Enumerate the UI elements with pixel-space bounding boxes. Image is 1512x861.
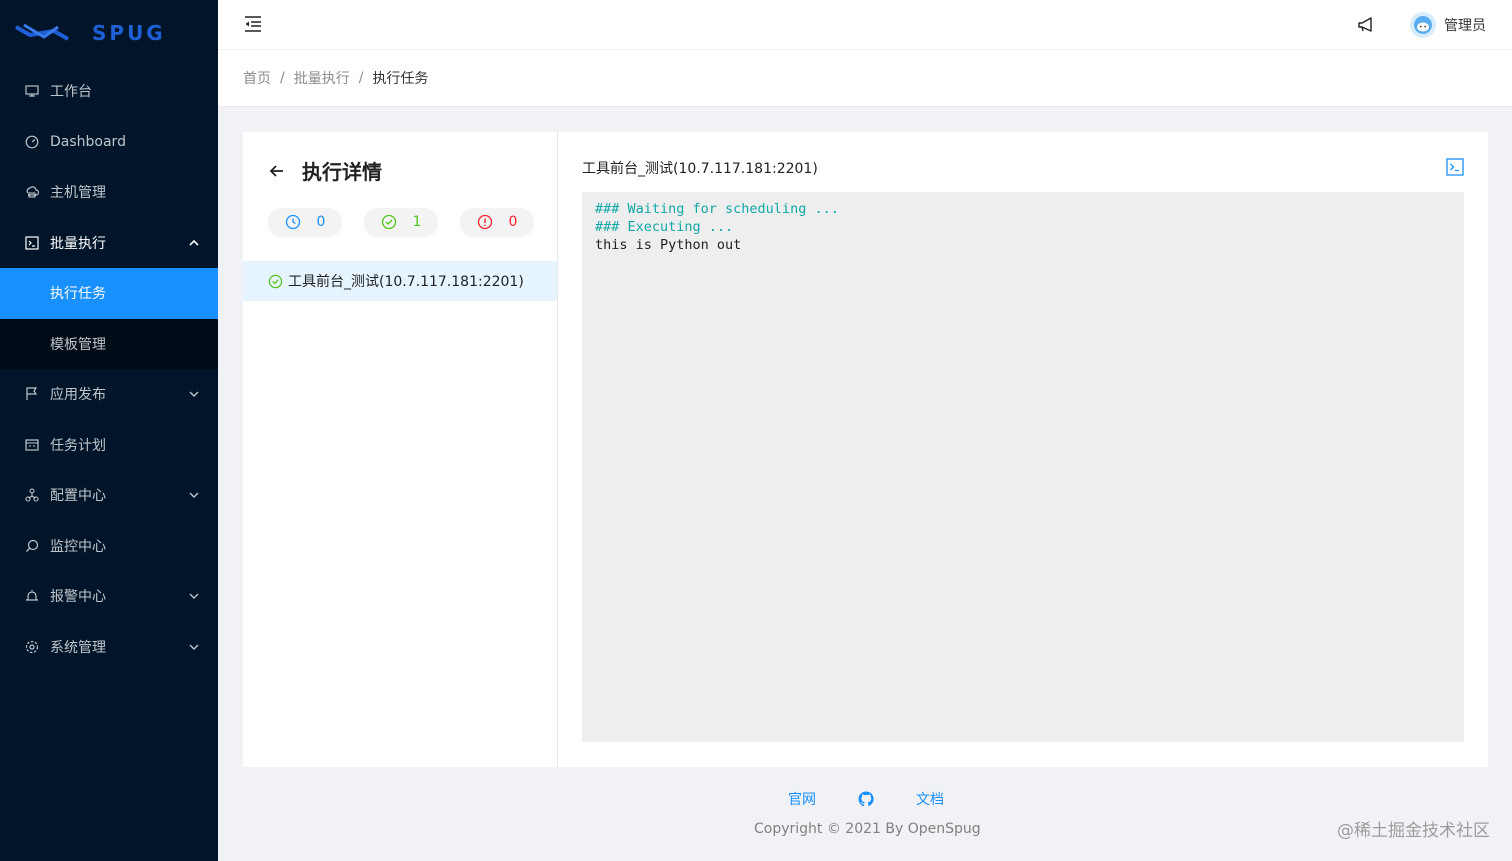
footer-link-docs[interactable]: 文档 (916, 789, 944, 809)
sidebar-item-dashboard[interactable]: Dashboard (0, 117, 218, 168)
menu-fold-icon[interactable] (243, 14, 263, 34)
logo[interactable]: SPUG (0, 0, 218, 66)
sidebar-item-label: 工作台 (50, 84, 92, 101)
avatar-icon (1414, 16, 1432, 34)
breadcrumb-separator: / (280, 70, 285, 86)
code-icon (24, 235, 40, 251)
chevron-down-icon (189, 391, 199, 398)
monitor-search-icon (24, 538, 40, 554)
user-name: 管理员 (1444, 18, 1486, 34)
schedule-icon (24, 437, 40, 453)
pending-counter[interactable]: 0 (268, 208, 342, 236)
sidebar-item-workbench[interactable]: 工作台 (0, 66, 218, 117)
sidebar-item-label: 主机管理 (50, 185, 106, 202)
output-console[interactable]: ### Waiting for scheduling ... ### Execu… (582, 192, 1464, 742)
sidebar-item-deploy[interactable]: 应用发布 (0, 369, 218, 420)
sidebar-item-label: 报警中心 (50, 589, 106, 606)
footer-link-site[interactable]: 官网 (788, 789, 816, 809)
console-line: ### Executing ... (595, 219, 734, 235)
desktop-icon (24, 83, 40, 99)
success-counter[interactable]: 1 (364, 208, 438, 236)
breadcrumb-item-current: 执行任务 (372, 71, 429, 87)
sidebar-item-hosts[interactable]: 主机管理 (0, 167, 218, 218)
sidebar-item-label: 模板管理 (50, 336, 106, 353)
failed-count: 0 (508, 214, 518, 230)
alarm-icon (24, 588, 40, 604)
sidebar-item-template[interactable]: 模板管理 (0, 319, 218, 370)
page-title: 执行详情 (302, 160, 382, 184)
host-list-item[interactable]: 工具前台_测试(10.7.117.181:2201) (243, 261, 557, 301)
exclamation-circle-icon (477, 214, 492, 230)
footer-links: 官网 文档 (788, 789, 944, 809)
flag-icon (24, 386, 40, 402)
sidebar-item-schedule[interactable]: 任务计划 (0, 420, 218, 471)
terminal-icon[interactable] (1446, 158, 1464, 176)
pane-header: 执行详情 (267, 156, 382, 185)
pending-count: 0 (316, 214, 326, 230)
user-menu[interactable]: 管理员 (1410, 12, 1486, 38)
chevron-down-icon (189, 644, 199, 650)
check-circle-icon (381, 214, 396, 230)
failed-counter[interactable]: 0 (460, 208, 534, 236)
watermark: @稀土掘金技术社区 (1337, 821, 1490, 841)
chevron-up-icon (189, 239, 199, 246)
spug-logo-icon (15, 23, 69, 41)
output-pane: 工具前台_测试(10.7.117.181:2201) ### Waiting f… (582, 132, 1464, 767)
breadcrumb-item-batch[interactable]: 批量执行 (294, 68, 350, 88)
sidebar-item-label: 配置中心 (50, 488, 106, 505)
sidebar: SPUG 工作台 Dashboard 主机管理 批量执行 执行任务 模板管理 应… (0, 0, 218, 861)
sidebar-item-alarm[interactable]: 报警中心 (0, 571, 218, 622)
check-circle-icon (268, 274, 283, 288)
sidebar-item-system[interactable]: 系统管理 (0, 622, 218, 673)
dashboard-icon (24, 134, 40, 150)
sidebar-menu: 工作台 Dashboard 主机管理 批量执行 执行任务 模板管理 应用发布 任… (0, 66, 218, 672)
breadcrumb-separator: / (358, 70, 364, 86)
top-header: 管理员 (218, 0, 1512, 50)
arrow-left-icon[interactable] (267, 161, 287, 181)
breadcrumb-item-home[interactable]: 首页 (243, 68, 271, 88)
batch-submenu: 执行任务 模板管理 (0, 268, 218, 369)
host-label: 工具前台_测试(10.7.117.181:2201) (288, 274, 524, 290)
logo-text: SPUG (92, 21, 166, 45)
sidebar-item-label: 应用发布 (50, 387, 106, 404)
cloud-server-icon (24, 184, 40, 200)
sidebar-item-label: 任务计划 (50, 437, 106, 454)
chevron-down-icon (189, 492, 199, 499)
setting-icon (24, 639, 40, 655)
sidebar-item-label: 批量执行 (50, 235, 106, 252)
notification-icon[interactable] (1357, 16, 1375, 34)
copyright: Copyright © 2021 By OpenSpug (754, 821, 981, 837)
breadcrumb: 首页 / 批量执行 / 执行任务 (218, 50, 1512, 107)
sidebar-item-label: 监控中心 (50, 538, 106, 555)
current-host-title: 工具前台_测试(10.7.117.181:2201) (582, 161, 818, 177)
sidebar-item-batch[interactable]: 批量执行 (0, 218, 218, 269)
sidebar-item-label: Dashboard (50, 133, 126, 150)
chevron-down-icon (189, 593, 199, 600)
github-icon[interactable] (858, 791, 874, 807)
console-line: ### Waiting for scheduling ... (595, 201, 839, 217)
sidebar-item-monitor[interactable]: 监控中心 (0, 521, 218, 572)
host-list-pane: 执行详情 0 1 0 工具前台_测试(10.7.117.181:2201) (243, 132, 558, 767)
status-counters: 0 1 0 (268, 208, 534, 236)
avatar (1410, 12, 1436, 38)
exec-detail-card: 执行详情 0 1 0 工具前台_测试(10.7.117.181:2201) 工具… (243, 132, 1488, 767)
success-count: 1 (412, 214, 422, 230)
sidebar-item-config[interactable]: 配置中心 (0, 470, 218, 521)
clock-icon (285, 214, 300, 230)
deployment-unit-icon (24, 487, 40, 503)
sidebar-item-exec-task[interactable]: 执行任务 (0, 268, 218, 319)
sidebar-item-label: 系统管理 (50, 639, 106, 656)
console-line: this is Python out (595, 237, 742, 253)
sidebar-item-label: 执行任务 (50, 286, 106, 303)
